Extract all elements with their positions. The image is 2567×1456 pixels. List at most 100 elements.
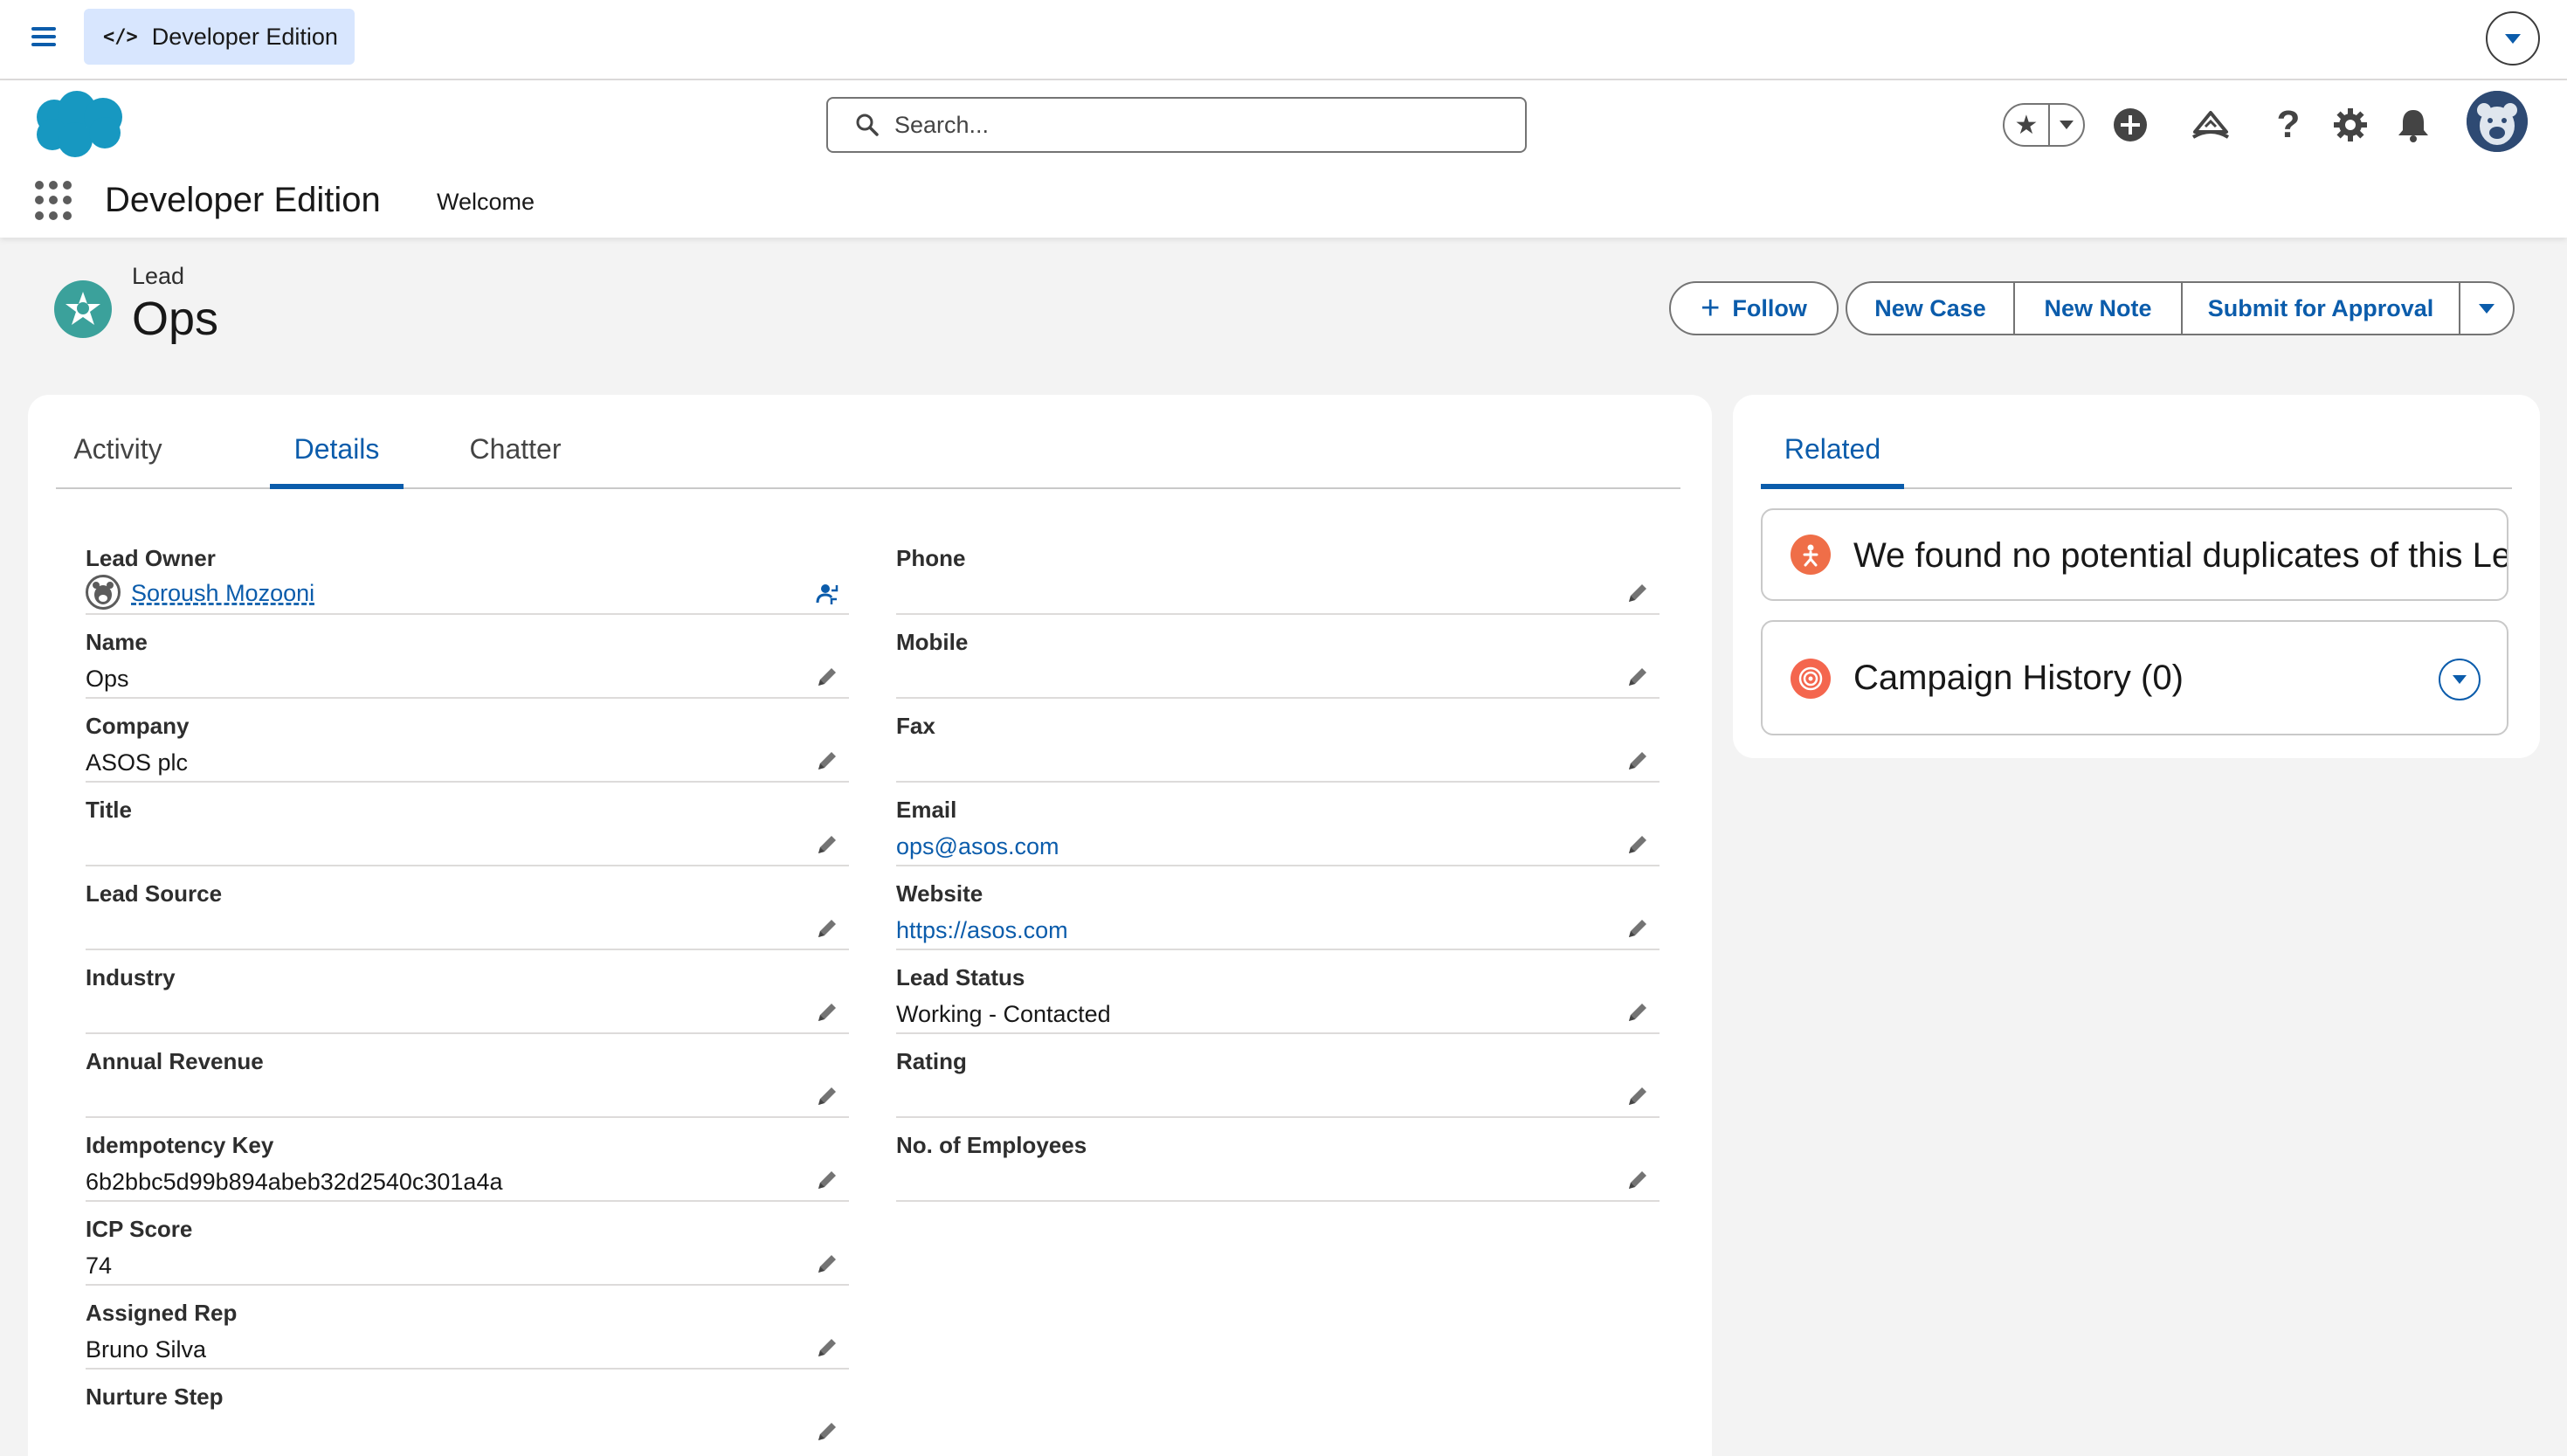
chevron-down-icon: [2453, 675, 2467, 684]
app-name: Developer Edition: [105, 181, 381, 219]
field-label: Nurture Step: [86, 1384, 224, 1410]
change-owner-icon[interactable]: [814, 580, 840, 606]
pencil-icon[interactable]: [1625, 999, 1651, 1025]
field-lead-source: Lead Source: [86, 866, 849, 950]
pencil-icon[interactable]: [1625, 1167, 1651, 1193]
app-launcher-icon[interactable]: [35, 181, 75, 221]
pencil-icon[interactable]: [814, 1251, 840, 1277]
field-label: Rating: [896, 1048, 967, 1074]
salesforce-logo[interactable]: [26, 87, 131, 161]
pencil-icon[interactable]: [814, 999, 840, 1025]
field-industry: Industry: [86, 950, 849, 1034]
notifications-button[interactable]: [2393, 105, 2433, 145]
pencil-icon[interactable]: [1625, 915, 1651, 942]
pencil-icon[interactable]: [814, 664, 840, 690]
star-icon[interactable]: ★: [2005, 105, 2050, 145]
field-number-of-employees: No. of Employees: [896, 1118, 1660, 1202]
global-search[interactable]: [826, 97, 1527, 153]
lead-owner-link[interactable]: Soroush Mozooni: [131, 580, 314, 607]
owner-avatar: [86, 575, 121, 610]
trailhead-icon: [2191, 111, 2230, 139]
nav-item-welcome[interactable]: Welcome: [437, 189, 535, 216]
duplicate-icon: [1791, 535, 1831, 575]
submit-for-approval-button[interactable]: Submit for Approval: [2181, 281, 2460, 335]
pencil-icon[interactable]: [814, 748, 840, 774]
field-email: Email ops@asos.com: [896, 783, 1660, 866]
global-header: ★ ?: [0, 80, 2567, 238]
chevron-down-icon: [2479, 303, 2495, 314]
field-label: Idempotency Key: [86, 1132, 274, 1158]
field-label: Company: [86, 713, 190, 739]
email-link[interactable]: ops@asos.com: [896, 833, 1059, 860]
gear-icon: [2334, 108, 2367, 141]
utility-bar: </> Developer Edition: [0, 0, 2567, 80]
record-title: Ops: [132, 293, 219, 345]
pencil-icon[interactable]: [814, 915, 840, 942]
menu-icon[interactable]: [26, 23, 61, 58]
field-label: Fax: [896, 713, 935, 739]
field-label: Industry: [86, 964, 176, 990]
field-idempotency-key: Idempotency Key 6b2bbc5d99b894abeb32d254…: [86, 1118, 849, 1202]
code-icon: </>: [103, 25, 138, 48]
field-name: Name Ops: [86, 615, 849, 699]
pencil-icon[interactable]: [814, 1335, 840, 1361]
new-case-button[interactable]: New Case: [1846, 281, 2015, 335]
campaign-history-dropdown[interactable]: [2439, 659, 2481, 700]
new-note-button[interactable]: New Note: [2013, 281, 2183, 335]
pencil-icon[interactable]: [814, 1083, 840, 1109]
trailhead-guidance-button[interactable]: [2191, 105, 2231, 145]
chevron-down-icon: [2505, 33, 2521, 44]
field-fax: Fax: [896, 699, 1660, 783]
user-avatar[interactable]: [2467, 91, 2528, 152]
pencil-icon[interactable]: [1625, 748, 1651, 774]
field-label: Assigned Rep: [86, 1300, 238, 1326]
pencil-icon[interactable]: [1625, 832, 1651, 858]
field-lead-status: Lead Status Working - Contacted: [896, 950, 1660, 1034]
pencil-icon[interactable]: [1625, 664, 1651, 690]
pencil-icon[interactable]: [814, 1167, 840, 1193]
tab-related[interactable]: Related: [1761, 433, 1904, 489]
website-link[interactable]: https://asos.com: [896, 917, 1068, 944]
field-value: 6b2bbc5d99b894abeb32d2540c301a4a: [86, 1169, 503, 1195]
global-actions-button[interactable]: [2110, 105, 2150, 145]
utility-dropdown-button[interactable]: [2486, 11, 2540, 66]
campaign-history-title[interactable]: Campaign History (0): [1853, 659, 2184, 698]
search-icon: [856, 114, 879, 136]
field-label: Email: [896, 797, 957, 823]
tab-chatter[interactable]: Chatter: [464, 433, 567, 489]
field-label: Phone: [896, 545, 966, 571]
pencil-icon[interactable]: [814, 1418, 840, 1445]
follow-button[interactable]: + Follow: [1669, 281, 1839, 335]
help-button[interactable]: ?: [2268, 103, 2308, 146]
field-value: Working - Contacted: [896, 1001, 1111, 1027]
pencil-icon[interactable]: [1625, 580, 1651, 606]
related-card: Related We found no potential duplicates…: [1733, 395, 2540, 758]
tab-activity[interactable]: Activity: [68, 433, 168, 489]
tab-details[interactable]: Details: [270, 433, 404, 489]
lead-icon: [54, 280, 112, 338]
more-actions-button[interactable]: [2459, 281, 2515, 335]
field-rating: Rating: [896, 1034, 1660, 1118]
plus-icon: +: [1701, 290, 1721, 327]
chevron-down-icon: [2060, 121, 2074, 129]
favorites-button-group: ★: [2003, 103, 2085, 147]
field-company: Company ASOS plc: [86, 699, 849, 783]
field-value: 74: [86, 1252, 113, 1279]
field-label: Lead Owner: [86, 545, 216, 571]
duplicates-panel: We found no potential duplicates of this…: [1761, 508, 2508, 601]
field-annual-revenue: Annual Revenue: [86, 1034, 849, 1118]
bear-avatar-icon: [2467, 91, 2528, 152]
pencil-icon[interactable]: [1625, 1083, 1651, 1109]
search-input[interactable]: [894, 111, 1488, 139]
setup-button[interactable]: [2330, 105, 2370, 145]
field-label: Annual Revenue: [86, 1048, 264, 1074]
developer-edition-badge[interactable]: </> Developer Edition: [84, 9, 355, 65]
campaign-icon: [1791, 659, 1831, 699]
field-lead-owner: Lead Owner Soroush Mozooni: [86, 531, 849, 615]
field-title: Title: [86, 783, 849, 866]
duplicates-message: We found no potential duplicates of this…: [1853, 536, 2508, 575]
pencil-icon[interactable]: [814, 832, 840, 858]
field-label: No. of Employees: [896, 1132, 1087, 1158]
favorites-dropdown[interactable]: [2050, 105, 2083, 145]
field-nurture-step: Nurture Step: [86, 1370, 849, 1453]
